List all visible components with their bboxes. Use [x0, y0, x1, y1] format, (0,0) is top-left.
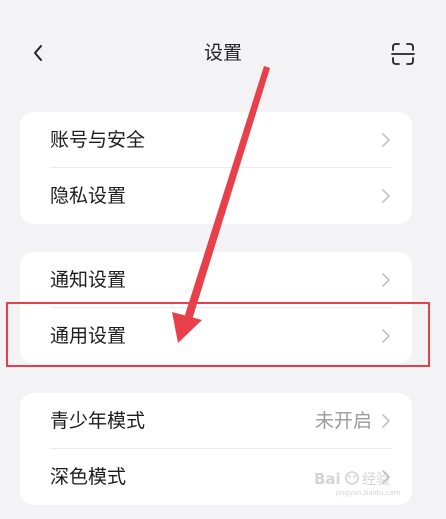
- settings-item-label: 通知设置: [50, 269, 127, 291]
- chevron-right-icon: [382, 189, 390, 203]
- settings-item-dark-mode[interactable]: 深色模式: [20, 449, 412, 505]
- settings-group-modes: 青少年模式 未开启 深色模式: [20, 393, 412, 505]
- settings-item-label: 通用设置: [50, 325, 127, 347]
- chevron-right-icon: [382, 133, 390, 147]
- chevron-right-icon: [382, 273, 390, 287]
- teen-mode-status: 未开启: [314, 410, 372, 432]
- top-bar: 设置: [0, 0, 446, 110]
- settings-item-account-security[interactable]: 账号与安全: [20, 112, 412, 168]
- chevron-right-icon: [382, 329, 390, 343]
- settings-group-general: 通知设置 通用设置: [20, 252, 412, 364]
- settings-item-label: 深色模式: [50, 466, 127, 488]
- settings-item-privacy[interactable]: 隐私设置: [20, 168, 412, 224]
- settings-item-teen-mode[interactable]: 青少年模式 未开启: [20, 393, 412, 449]
- settings-item-label: 隐私设置: [50, 185, 127, 207]
- chevron-right-icon: [382, 414, 390, 428]
- settings-item-notifications[interactable]: 通知设置: [20, 252, 412, 308]
- scan-icon[interactable]: [390, 41, 416, 67]
- settings-group-account: 账号与安全 隐私设置: [20, 112, 412, 224]
- settings-item-label: 账号与安全: [50, 129, 146, 151]
- settings-item-label: 青少年模式: [50, 410, 146, 432]
- settings-item-general[interactable]: 通用设置: [20, 308, 412, 364]
- page-title: 设置: [203, 42, 242, 64]
- chevron-right-icon: [382, 470, 390, 484]
